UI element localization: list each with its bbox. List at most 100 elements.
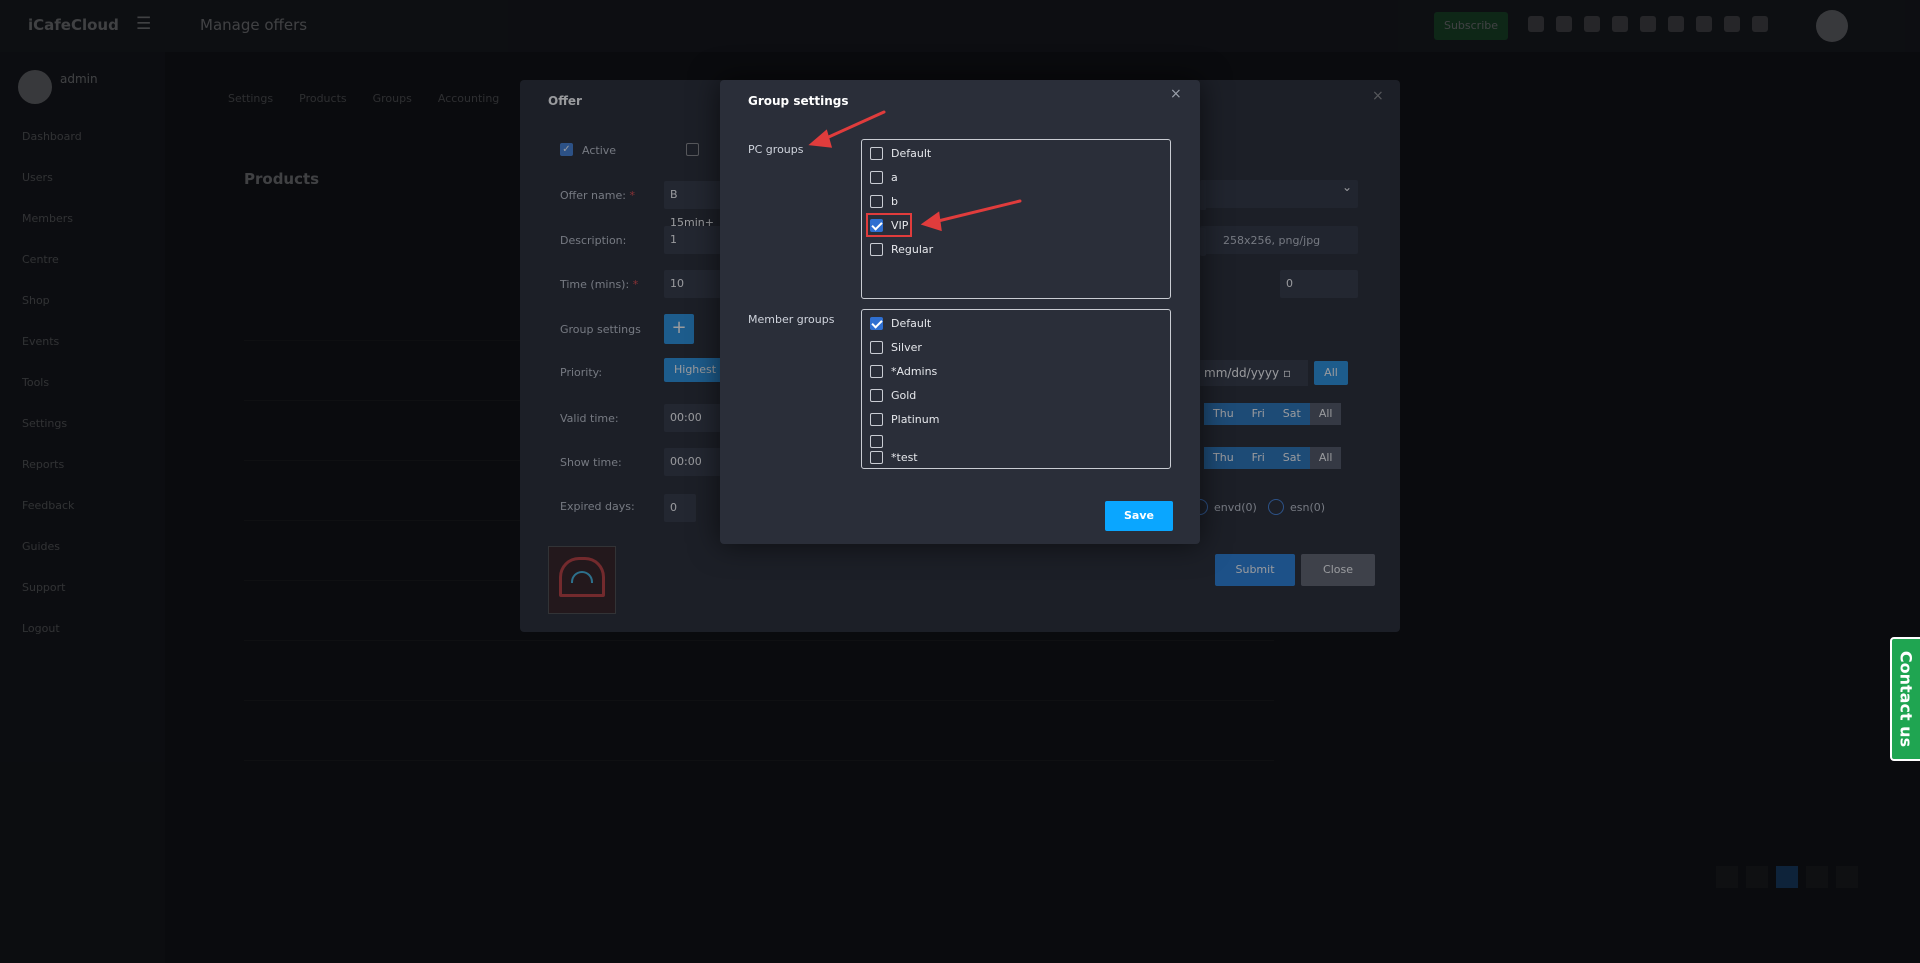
subscribe-button[interactable]: Subscribe [1434,12,1508,40]
hamburger-menu-icon[interactable]: ☰ [136,14,151,34]
close-button[interactable]: Close [1301,554,1375,586]
show-time-input[interactable]: 00:00 [664,448,724,476]
checkbox[interactable] [870,242,883,256]
sidebar-item[interactable]: Logout [22,622,82,663]
submit-button[interactable]: Submit [1215,554,1295,586]
checkbox[interactable] [870,340,883,354]
time-input[interactable]: 10 [664,270,724,298]
sidebar-item[interactable]: Guides [22,540,82,581]
sidebar-item[interactable]: Tools [22,376,82,417]
group-option-label: Silver [891,340,922,354]
description-input[interactable]: 1 [664,226,724,254]
divider [244,640,1274,641]
offer-image[interactable] [548,546,616,614]
checkbox[interactable] [870,388,883,402]
sidebar-item[interactable]: Shop [22,294,82,335]
valid-time-input[interactable]: 00:00 [664,404,724,432]
show-days: Thu Fri Sat All [1204,447,1342,469]
day-toggle[interactable]: Fri [1242,403,1274,425]
close-icon[interactable]: × [1170,86,1182,102]
active-checkbox[interactable]: ✓ [560,143,573,156]
sidebar-item[interactable]: Support [22,581,82,622]
social-icon[interactable] [1640,16,1656,32]
page-tabs: Settings Products Groups Accounting [228,92,499,105]
sidebar-item[interactable]: Settings [22,417,82,458]
priority-select[interactable]: Highest [664,358,722,382]
pager-button[interactable] [1836,866,1858,888]
social-icon[interactable] [1556,16,1572,32]
group-option[interactable]: Regular [870,240,933,258]
date-input[interactable]: mm/dd/yyyy ▫ [1196,360,1308,386]
page-tab[interactable]: Groups [373,92,412,105]
contact-us-tab[interactable]: Contact us [1890,637,1920,761]
sidebar-item[interactable]: Feedback [22,499,82,540]
checkbox-checked[interactable] [870,218,883,232]
sidebar-items: Dashboard Users Members Centre Shop Events Too… [22,130,82,663]
group-option-label: a [891,170,898,184]
social-icon[interactable] [1724,16,1740,32]
save-button[interactable]: Save [1105,501,1173,531]
sidebar-item[interactable]: Members [22,212,82,253]
pager-button[interactable] [1746,866,1768,888]
pc-groups-list[interactable]: Default a b VIP Regular [861,139,1171,299]
group-option[interactable]: Default [870,144,931,162]
day-toggle[interactable]: Thu [1204,403,1243,425]
group-option[interactable]: VIP [866,213,912,237]
checkbox[interactable] [870,146,883,160]
day-toggle[interactable]: Sat [1273,403,1310,425]
day-toggle[interactable]: Fri [1242,447,1274,469]
social-icon[interactable] [1668,16,1684,32]
group-option[interactable]: *Admins [870,362,937,380]
day-toggle[interactable]: All [1309,447,1342,469]
page-tab[interactable]: Settings [228,92,273,105]
active-label: Active [582,144,617,157]
spacer [1200,182,1206,210]
sidebar: admin Dashboard Users Members Centre Shop Eve… [0,52,165,963]
group-settings-add-button[interactable]: + [664,314,694,344]
social-icon[interactable] [1584,16,1600,32]
sidebar-item[interactable]: Centre [22,253,82,294]
checkbox[interactable] [870,170,883,184]
sidebar-item[interactable]: Users [22,171,82,212]
expired-days-input[interactable]: 0 [664,494,696,522]
close-icon[interactable]: × [1372,88,1384,104]
checkbox[interactable] [870,364,883,378]
checkbox[interactable] [686,143,699,156]
price-input[interactable]: 0 [1280,270,1358,298]
day-toggle[interactable]: Sat [1273,447,1310,469]
social-icon[interactable] [1696,16,1712,32]
group-option[interactable]: Platinum [870,410,939,428]
select-field[interactable] [1200,180,1358,208]
sidebar-item[interactable]: Reports [22,458,82,499]
group-option[interactable]: Default [870,314,931,332]
sidebar-item[interactable]: Events [22,335,82,376]
avatar[interactable] [1816,10,1848,42]
day-toggle[interactable]: All [1309,403,1342,425]
pager-button-active[interactable] [1776,866,1798,888]
social-icon[interactable] [1528,16,1544,32]
all-button[interactable]: All [1314,361,1348,385]
checkbox[interactable] [870,194,883,208]
group-option[interactable]: b [870,192,898,210]
contact-us-label: Contact us [1896,650,1916,748]
group-option[interactable]: *test [870,448,918,466]
page-tab[interactable]: Products [299,92,347,105]
day-toggle[interactable]: Thu [1204,447,1243,469]
checkbox[interactable] [870,434,883,448]
offer-name-input[interactable]: B 15min+ [664,181,724,229]
group-option[interactable]: Gold [870,386,916,404]
checkbox-checked[interactable] [870,316,883,330]
radio-esn[interactable] [1268,499,1284,515]
social-icon[interactable] [1612,16,1628,32]
group-option[interactable]: a [870,168,898,186]
checkbox[interactable] [870,450,883,464]
expired-days-label: Expired days: [560,500,635,513]
page-tab[interactable]: Accounting [438,92,499,105]
sidebar-item[interactable]: Dashboard [22,130,82,171]
social-icon[interactable] [1752,16,1768,32]
member-groups-list[interactable]: Default Silver *Admins Gold Platinum *test [861,309,1171,469]
checkbox[interactable] [870,412,883,426]
pager-button[interactable] [1806,866,1828,888]
group-option[interactable]: Silver [870,338,922,356]
pager-button[interactable] [1716,866,1738,888]
